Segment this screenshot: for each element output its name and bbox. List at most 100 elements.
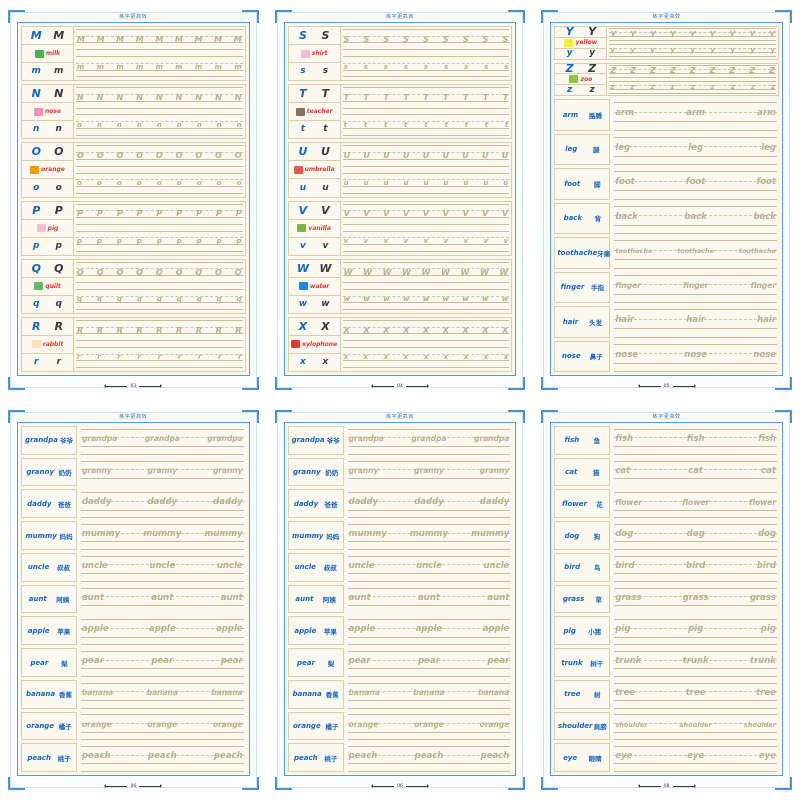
letter-practice-lines[interactable]: UUUUUUUUU uuuuuuuuu xyxy=(340,143,512,197)
word-practice-lines[interactable]: peach peach peach xyxy=(346,743,513,773)
word-key-cell[interactable]: grandpa 爷爷 xyxy=(287,426,344,455)
word-key-cell[interactable]: foot 脚 xyxy=(554,168,611,200)
word-practice-lines[interactable]: peach peach peach xyxy=(79,743,246,773)
word-practice-lines[interactable]: orange orange orange xyxy=(346,712,513,741)
word-practice-lines[interactable]: granny granny granny xyxy=(346,458,513,487)
word-key-cell[interactable]: orange 橘子 xyxy=(21,711,77,741)
word-practice-lines[interactable]: foot foot foot xyxy=(612,168,779,200)
word-key-cell[interactable]: pear 梨 xyxy=(287,648,344,677)
word-practice-lines[interactable]: daddy daddy daddy xyxy=(346,489,513,519)
letter-practice-lines[interactable]: XXXXXXXXX xxxxxxxxx xyxy=(340,317,512,372)
word-practice-lines[interactable]: back back back xyxy=(612,203,779,234)
word-key-cell[interactable]: fish 鱼 xyxy=(554,426,611,455)
word-practice-lines[interactable]: pig pig pig xyxy=(612,616,779,646)
word-key-cell[interactable]: aunt 阿姨 xyxy=(21,584,77,614)
word-practice-lines[interactable]: mummy mummy mummy xyxy=(79,521,246,550)
word-practice-lines[interactable]: eye eye eye xyxy=(612,743,779,773)
letter-practice-lines[interactable]: PPPPPPPPP ppppppppp xyxy=(74,201,245,255)
word-key-cell[interactable]: daddy 爸爸 xyxy=(287,489,344,519)
word-key-cell[interactable]: shoulder 肩膀 xyxy=(554,711,611,741)
word-practice-lines[interactable]: aunt aunt aunt xyxy=(79,585,246,614)
word-practice-lines[interactable]: nose nose nose xyxy=(612,341,779,372)
word-practice-lines[interactable]: finger finger finger xyxy=(612,272,779,303)
word-key-cell[interactable]: arm 胳膊 xyxy=(554,99,611,131)
word-key-cell[interactable]: grass 草 xyxy=(554,584,611,614)
word-practice-lines[interactable]: banana banana banana xyxy=(79,680,246,709)
word-practice-lines[interactable]: daddy daddy daddy xyxy=(79,489,246,519)
letter-practice-lines[interactable]: SSSSSSSSS sssssssss xyxy=(340,27,512,81)
word-key-cell[interactable]: leg 腿 xyxy=(554,133,611,165)
word-key-cell[interactable]: peach 桃子 xyxy=(287,743,344,773)
word-practice-lines[interactable]: apple apple apple xyxy=(79,616,246,646)
word-key-cell[interactable]: granny 奶奶 xyxy=(287,457,344,487)
word-key-cell[interactable]: apple 苹果 xyxy=(21,616,77,646)
word-key-cell[interactable]: cat 猫 xyxy=(554,457,611,487)
word-practice-lines[interactable]: trunk trunk trunk xyxy=(612,648,779,677)
letter-practice-lines[interactable]: VVVVVVVVV vvvvvvvvv xyxy=(340,201,512,255)
word-key-cell[interactable]: aunt 阿姨 xyxy=(287,584,344,614)
word-practice-lines[interactable]: cat cat cat xyxy=(612,458,779,487)
word-practice-lines[interactable]: orange orange orange xyxy=(79,712,246,741)
word-practice-lines[interactable]: grass grass grass xyxy=(612,585,779,614)
word-key-cell[interactable]: granny 奶奶 xyxy=(21,457,77,487)
word-key-cell[interactable]: flower 花 xyxy=(554,489,611,519)
word-practice-lines[interactable]: grandpa grandpa grandpa xyxy=(346,426,513,455)
word-practice-lines[interactable]: grandpa grandpa grandpa xyxy=(79,426,246,455)
word-practice-lines[interactable]: pear pear pear xyxy=(346,648,513,677)
word-key-cell[interactable]: orange 橘子 xyxy=(287,711,344,741)
word-practice-lines[interactable]: aunt aunt aunt xyxy=(346,585,513,614)
word-practice-lines[interactable]: pear pear pear xyxy=(79,648,246,677)
letter-practice-lines[interactable]: QQQQQQQQQ qqqqqqqqq xyxy=(74,259,245,313)
letter-practice-lines[interactable]: OOOOOOOOO ooooooooo xyxy=(74,143,245,197)
trace-glyph: Z xyxy=(729,66,736,76)
word-practice-lines[interactable]: granny granny granny xyxy=(79,458,246,487)
word-key-cell[interactable]: toothache 牙痛 xyxy=(554,237,611,269)
word-key-cell[interactable]: uncle 叔叔 xyxy=(21,552,77,582)
word-key-cell[interactable]: finger 手指 xyxy=(554,271,611,303)
letter-practice-lines[interactable]: Y Y Y Y Y Y Y Y Yyyyyyyyyy xyxy=(607,27,778,59)
word-practice-lines[interactable]: shoulder shoulder shoulder xyxy=(612,712,779,741)
word-key-cell[interactable]: banana 香蕉 xyxy=(21,679,77,709)
letter-practice-lines[interactable]: WWWWWWWWW wwwwwwwww xyxy=(340,259,512,313)
word-key-cell[interactable]: hair 头发 xyxy=(554,306,611,338)
word-practice-lines[interactable]: hair hair hair xyxy=(612,306,779,338)
word-key-cell[interactable]: pig 小猪 xyxy=(554,616,611,646)
letter-practice-lines[interactable]: Z Z Z Z Z Z Z Z Zzzzzzzzzz xyxy=(607,63,778,95)
word-practice-lines[interactable]: dog dog dog xyxy=(612,521,779,550)
footer-rule-right xyxy=(139,784,163,788)
word-key-cell[interactable]: uncle 叔叔 xyxy=(287,552,344,582)
word-key-cell[interactable]: back 背 xyxy=(554,202,611,234)
word-practice-lines[interactable]: toothache toothache toothache xyxy=(612,237,779,269)
word-key-cell[interactable]: apple 苹果 xyxy=(287,616,344,646)
rule-line xyxy=(81,691,244,693)
word-key-cell[interactable]: grandpa 爷爷 xyxy=(21,426,77,455)
word-practice-lines[interactable]: uncle uncle uncle xyxy=(79,553,246,582)
word-key-cell[interactable]: tree 树 xyxy=(554,679,611,709)
word-practice-lines[interactable]: mummy mummy mummy xyxy=(346,521,513,550)
word-key-cell[interactable]: nose 鼻子 xyxy=(554,340,611,372)
word-practice-lines[interactable]: bird bird bird xyxy=(612,553,779,582)
word-practice-lines[interactable]: banana banana banana xyxy=(346,680,513,709)
letter-practice-lines[interactable]: RRRRRRRRR rrrrrrrrr xyxy=(74,317,245,372)
word-key-cell[interactable]: mummy 妈妈 xyxy=(287,521,344,550)
word-practice-lines[interactable]: fish fish fish xyxy=(612,426,779,455)
word-key-cell[interactable]: banana 香蕉 xyxy=(287,679,344,709)
word-practice-lines[interactable]: apple apple apple xyxy=(346,616,513,646)
word-practice-lines[interactable]: tree tree tree xyxy=(612,680,779,709)
word-key-cell[interactable]: bird 鸟 xyxy=(554,552,611,582)
word-key-cell[interactable]: pear 梨 xyxy=(21,648,77,677)
word-key-cell[interactable]: peach 桃子 xyxy=(21,743,77,773)
word-practice-lines[interactable]: flower flower flower xyxy=(612,489,779,519)
word-key-cell[interactable]: trunk 树干 xyxy=(554,648,611,677)
letter-practice-lines[interactable]: MMMMMMMMM mmmmmmmmm xyxy=(74,27,245,81)
word-practice-lines[interactable]: arm arm arm xyxy=(612,99,779,131)
word-key-cell[interactable]: dog 狗 xyxy=(554,521,611,550)
rule-line xyxy=(614,205,777,207)
word-practice-lines[interactable]: uncle uncle uncle xyxy=(346,553,513,582)
word-key-cell[interactable]: daddy 爸爸 xyxy=(21,489,77,519)
word-key-cell[interactable]: eye 眼睛 xyxy=(554,743,611,773)
word-key-cell[interactable]: mummy 妈妈 xyxy=(21,521,77,550)
letter-practice-lines[interactable]: TTTTTTTTT ttttttttt xyxy=(340,85,512,139)
word-practice-lines[interactable]: leg leg leg xyxy=(612,134,779,165)
letter-practice-lines[interactable]: NNNNNNNNN nnnnnnnnn xyxy=(74,85,245,139)
